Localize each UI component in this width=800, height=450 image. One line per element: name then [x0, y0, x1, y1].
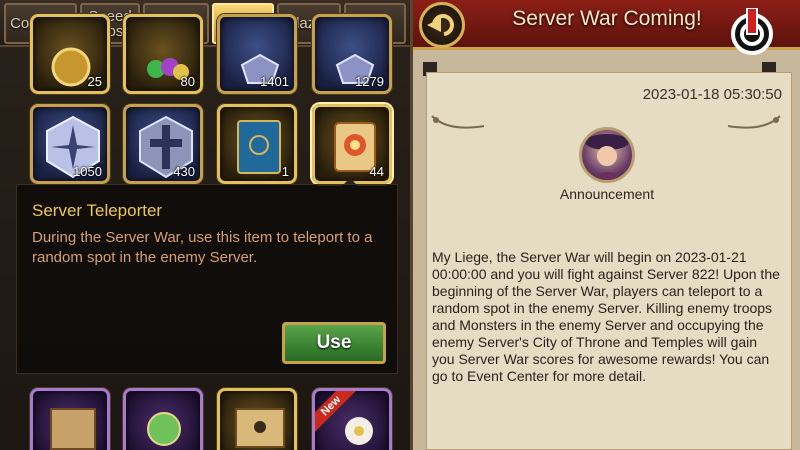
item-count: 430 — [173, 164, 195, 179]
item-slot[interactable]: 1 — [217, 104, 297, 184]
item-slot[interactable]: 1401 — [217, 14, 297, 94]
power-icon — [731, 8, 773, 55]
item-count: 1 — [281, 164, 289, 179]
item-slot[interactable]: 1050 — [30, 104, 110, 184]
item-name: Server Teleporter — [32, 201, 163, 220]
item-slot[interactable]: 25 — [30, 14, 110, 94]
sender-label: Announcement — [559, 186, 655, 202]
back-button[interactable] — [419, 2, 465, 48]
item-slot[interactable]: 1279 — [312, 14, 392, 94]
item-count: 1279 — [355, 74, 384, 89]
portrait-icon — [585, 134, 629, 180]
item-slot[interactable] — [217, 388, 297, 450]
item-count: 25 — [87, 74, 102, 89]
avatar — [579, 127, 635, 183]
item-slot[interactable] — [30, 388, 110, 450]
item-count: 1050 — [73, 164, 102, 179]
item-count: 80 — [180, 74, 195, 89]
announcement-body: My Liege, the Server War will begin on 2… — [432, 249, 780, 384]
map-icon — [50, 408, 96, 450]
back-arrow-icon — [427, 14, 454, 36]
inventory-panel: Common Speed Ups Equipment Special Blazo… — [0, 0, 413, 450]
item-slot[interactable]: 430 — [123, 104, 203, 184]
treasure-map-icon — [235, 408, 285, 448]
ornament-right — [727, 115, 781, 129]
announcement-timestamp: 2023-01-18 05:30:50 — [642, 86, 782, 103]
ornament-left — [431, 115, 485, 129]
item-slot[interactable]: 80 — [123, 14, 203, 94]
item-count: 1401 — [260, 74, 289, 89]
potion-icon — [147, 412, 181, 446]
item-count: 44 — [369, 164, 384, 179]
item-description: During the Server War, use this item to … — [32, 229, 373, 266]
announcement-title: Server War Coming! — [512, 7, 702, 30]
item-slot-selected[interactable]: 44 — [312, 104, 392, 184]
item-slot[interactable] — [123, 388, 203, 450]
use-button[interactable]: Use — [282, 322, 386, 364]
item-slot[interactable]: New — [312, 388, 392, 450]
